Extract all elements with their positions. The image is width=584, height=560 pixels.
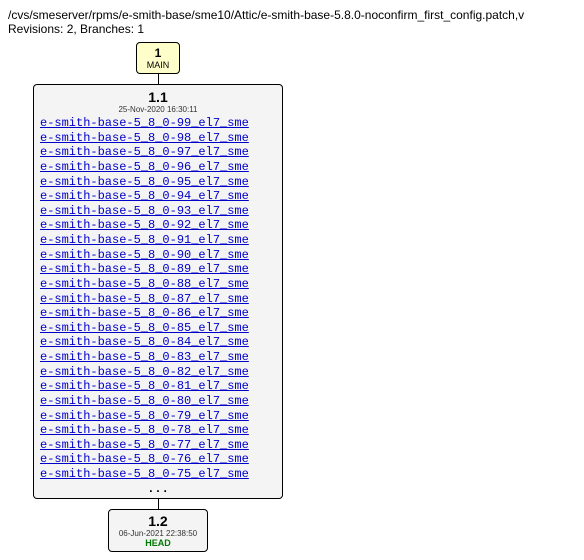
revision-node-1-1[interactable]: 1.1 25-Nov-2020 16:30:11 e-smith-base-5_… bbox=[33, 84, 283, 499]
tag-list: e-smith-base-5_8_0-99_el7_smee-smith-bas… bbox=[40, 116, 276, 482]
graph-connector bbox=[158, 74, 159, 84]
tag-link[interactable]: e-smith-base-5_8_0-89_el7_sme bbox=[40, 262, 276, 277]
tag-link[interactable]: e-smith-base-5_8_0-85_el7_sme bbox=[40, 321, 276, 336]
tag-link[interactable]: e-smith-base-5_8_0-81_el7_sme bbox=[40, 379, 276, 394]
tag-link[interactable]: e-smith-base-5_8_0-76_el7_sme bbox=[40, 452, 276, 467]
revision-timestamp: 06-Jun-2021 22:38:50 bbox=[119, 529, 197, 538]
tag-link[interactable]: e-smith-base-5_8_0-91_el7_sme bbox=[40, 233, 276, 248]
tag-link[interactable]: e-smith-base-5_8_0-90_el7_sme bbox=[40, 248, 276, 263]
revisions-summary: Revisions: 2, Branches: 1 bbox=[8, 22, 576, 36]
tag-link[interactable]: e-smith-base-5_8_0-86_el7_sme bbox=[40, 306, 276, 321]
tag-link[interactable]: e-smith-base-5_8_0-95_el7_sme bbox=[40, 175, 276, 190]
revision-timestamp: 25-Nov-2020 16:30:11 bbox=[40, 105, 276, 114]
revision-node-1-2[interactable]: 1.2 06-Jun-2021 22:38:50 HEAD bbox=[108, 509, 208, 552]
revision-number: 1.1 bbox=[40, 89, 276, 105]
tag-link[interactable]: e-smith-base-5_8_0-88_el7_sme bbox=[40, 277, 276, 292]
tag-link[interactable]: e-smith-base-5_8_0-96_el7_sme bbox=[40, 160, 276, 175]
tag-link[interactable]: e-smith-base-5_8_0-93_el7_sme bbox=[40, 204, 276, 219]
tag-link[interactable]: e-smith-base-5_8_0-77_el7_sme bbox=[40, 438, 276, 453]
tag-link[interactable]: e-smith-base-5_8_0-87_el7_sme bbox=[40, 292, 276, 307]
branch-node-main[interactable]: 1 MAIN bbox=[136, 42, 181, 74]
tag-link[interactable]: e-smith-base-5_8_0-92_el7_sme bbox=[40, 218, 276, 233]
branch-node-number: 1 bbox=[147, 46, 170, 60]
tag-link[interactable]: e-smith-base-5_8_0-78_el7_sme bbox=[40, 423, 276, 438]
tag-link[interactable]: e-smith-base-5_8_0-80_el7_sme bbox=[40, 394, 276, 409]
tag-link[interactable]: e-smith-base-5_8_0-75_el7_sme bbox=[40, 467, 276, 482]
tag-link[interactable]: e-smith-base-5_8_0-83_el7_sme bbox=[40, 350, 276, 365]
tag-link[interactable]: e-smith-base-5_8_0-84_el7_sme bbox=[40, 335, 276, 350]
branch-node-label: MAIN bbox=[147, 60, 170, 70]
revision-graph: 1 MAIN 1.1 25-Nov-2020 16:30:11 e-smith-… bbox=[28, 42, 288, 552]
revision-number: 1.2 bbox=[119, 513, 197, 529]
tag-link[interactable]: e-smith-base-5_8_0-99_el7_sme bbox=[40, 116, 276, 131]
tag-link[interactable]: e-smith-base-5_8_0-98_el7_sme bbox=[40, 131, 276, 146]
tag-ellipsis: ... bbox=[40, 482, 276, 496]
tag-link[interactable]: e-smith-base-5_8_0-82_el7_sme bbox=[40, 365, 276, 380]
graph-connector bbox=[158, 499, 159, 509]
tag-link[interactable]: e-smith-base-5_8_0-94_el7_sme bbox=[40, 189, 276, 204]
tag-link[interactable]: e-smith-base-5_8_0-79_el7_sme bbox=[40, 409, 276, 424]
tag-link[interactable]: e-smith-base-5_8_0-97_el7_sme bbox=[40, 145, 276, 160]
file-path: /cvs/smeserver/rpms/e-smith-base/sme10/A… bbox=[8, 8, 576, 22]
